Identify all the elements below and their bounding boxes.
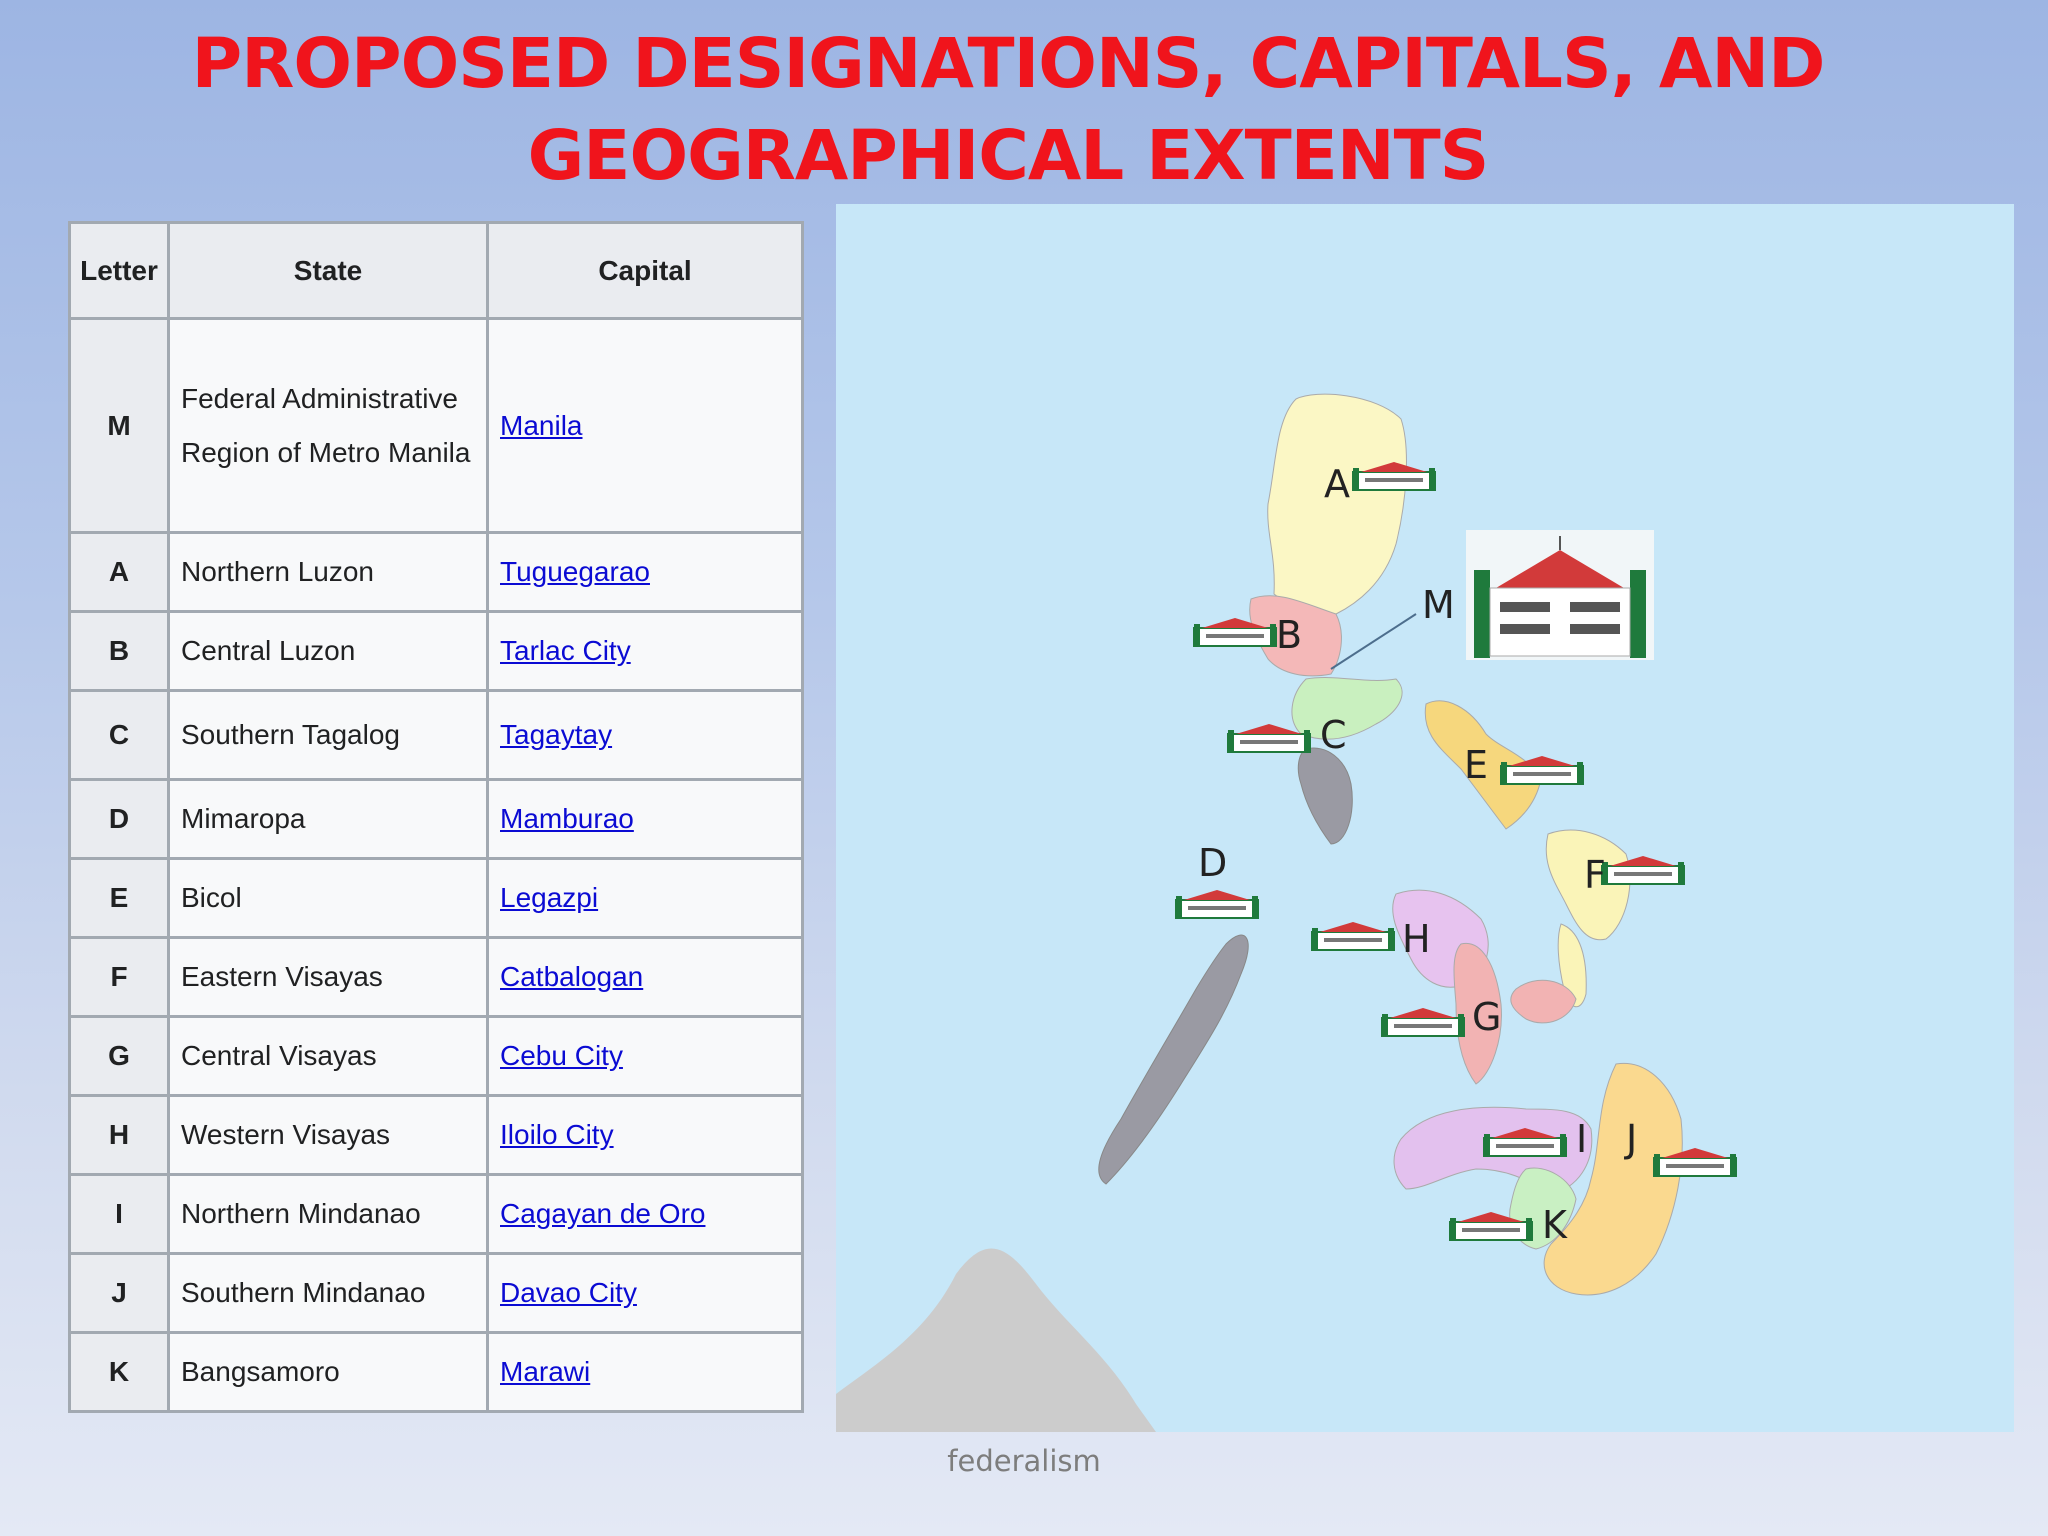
table-row: E Bicol Legazpi (68, 857, 804, 939)
map-label-b: B (1276, 613, 1302, 657)
capital-link[interactable]: Iloilo City (500, 1119, 614, 1150)
row-state: Central Visayas (167, 1015, 489, 1097)
row-capital: Iloilo City (486, 1094, 804, 1176)
row-letter: D (68, 778, 170, 860)
row-letter: G (68, 1015, 170, 1097)
row-state: Southern Mindanao (167, 1252, 489, 1334)
row-state: Federal Administrative Region of Metro M… (167, 317, 489, 534)
capital-link[interactable]: Cebu City (500, 1040, 623, 1071)
row-letter: M (68, 317, 170, 534)
map-label-i: I (1576, 1117, 1587, 1161)
map-label-d: D (1198, 841, 1227, 885)
capital-link[interactable]: Mamburao (500, 803, 634, 834)
capital-link[interactable]: Cagayan de Oro (500, 1198, 705, 1229)
table-row: B Central Luzon Tarlac City (68, 610, 804, 692)
manila-capitol-illustration (1466, 530, 1654, 660)
map-label-e: E (1464, 743, 1488, 787)
capital-link[interactable]: Davao City (500, 1277, 637, 1308)
table-row: G Central Visayas Cebu City (68, 1015, 804, 1097)
map-label-f: F (1584, 853, 1606, 897)
row-letter: K (68, 1331, 170, 1413)
row-capital: Tarlac City (486, 610, 804, 692)
map-label-a: A (1324, 462, 1350, 506)
row-state: Bicol (167, 857, 489, 939)
philippines-map: A B M C E D F H G I J K (836, 204, 2014, 1432)
row-capital: Mamburao (486, 778, 804, 860)
row-capital: Davao City (486, 1252, 804, 1334)
table-row: I Northern Mindanao Cagayan de Oro (68, 1173, 804, 1255)
table-row: F Eastern Visayas Catbalogan (68, 936, 804, 1018)
row-state: Northern Luzon (167, 531, 489, 613)
footer-caption: federalism (947, 1444, 1101, 1478)
row-state: Mimaropa (167, 778, 489, 860)
capital-link[interactable]: Tuguegarao (500, 556, 650, 587)
row-letter: E (68, 857, 170, 939)
row-letter: A (68, 531, 170, 613)
map-label-g: G (1472, 995, 1501, 1039)
map-label-j: J (1624, 1117, 1637, 1161)
header-letter: Letter (68, 221, 170, 320)
table-header-row: Letter State Capital (68, 221, 804, 320)
row-capital: Tuguegarao (486, 531, 804, 613)
table-row: J Southern Mindanao Davao City (68, 1252, 804, 1334)
row-letter: C (68, 689, 170, 781)
capital-link[interactable]: Tagaytay (500, 719, 612, 750)
row-capital: Manila (486, 317, 804, 534)
capital-link[interactable]: Manila (500, 410, 582, 441)
map-label-h: H (1402, 917, 1431, 961)
header-capital: Capital (486, 221, 804, 320)
row-state: Central Luzon (167, 610, 489, 692)
map-label-c: C (1320, 713, 1347, 757)
row-capital: Cagayan de Oro (486, 1173, 804, 1255)
sea (836, 204, 2014, 1432)
title-line-2: GEOGRAPHICAL EXTENTS (527, 116, 1490, 196)
table-row: H Western Visayas Iloilo City (68, 1094, 804, 1176)
row-state: Bangsamoro (167, 1331, 489, 1413)
row-state: Eastern Visayas (167, 936, 489, 1018)
row-letter: B (68, 610, 170, 692)
row-letter: I (68, 1173, 170, 1255)
row-state: Western Visayas (167, 1094, 489, 1176)
capital-link[interactable]: Catbalogan (500, 961, 643, 992)
row-state: Southern Tagalog (167, 689, 489, 781)
capital-link[interactable]: Marawi (500, 1356, 590, 1387)
header-state: State (167, 221, 489, 320)
row-capital: Marawi (486, 1331, 804, 1413)
row-capital: Cebu City (486, 1015, 804, 1097)
row-letter: H (68, 1094, 170, 1176)
table-row: K Bangsamoro Marawi (68, 1331, 804, 1413)
capital-link[interactable]: Legazpi (500, 882, 598, 913)
map-label-k: K (1542, 1203, 1568, 1247)
capital-link[interactable]: Tarlac City (500, 635, 631, 666)
row-capital: Catbalogan (486, 936, 804, 1018)
title-line-1: PROPOSED DESIGNATIONS, CAPITALS, AND (191, 24, 1826, 104)
table-row: M Federal Administrative Region of Metro… (68, 317, 804, 534)
map-label-m: M (1422, 583, 1455, 627)
states-table: Letter State Capital M Federal Administr… (68, 221, 804, 1413)
row-state: Northern Mindanao (167, 1173, 489, 1255)
table-row: C Southern Tagalog Tagaytay (68, 689, 804, 781)
slide-title: PROPOSED DESIGNATIONS, CAPITALS, AND GEO… (0, 18, 2016, 202)
row-letter: F (68, 936, 170, 1018)
row-capital: Tagaytay (486, 689, 804, 781)
row-letter: J (68, 1252, 170, 1334)
row-capital: Legazpi (486, 857, 804, 939)
table-row: A Northern Luzon Tuguegarao (68, 531, 804, 613)
table-row: D Mimaropa Mamburao (68, 778, 804, 860)
